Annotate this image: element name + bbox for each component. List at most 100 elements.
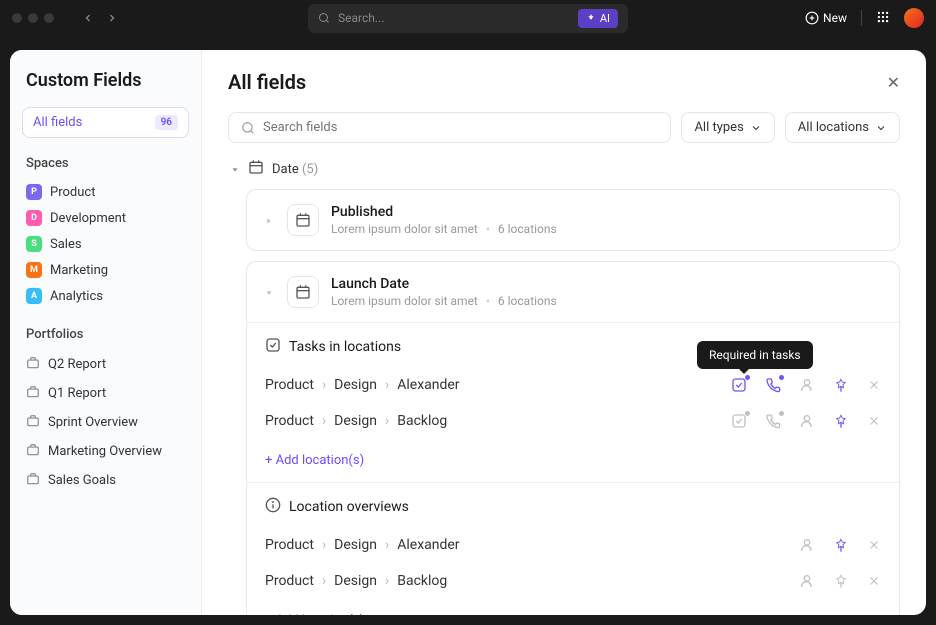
close-icon[interactable]: ✕ <box>887 73 900 92</box>
user-avatar[interactable] <box>904 8 924 28</box>
briefcase-icon <box>26 384 40 403</box>
portfolio-name: Q2 Report <box>48 357 106 372</box>
field-locations-count: 6 locations <box>498 222 557 236</box>
filter-locations-dropdown[interactable]: All locations <box>785 112 900 143</box>
search-icon <box>241 121 255 135</box>
space-name: Analytics <box>50 289 103 304</box>
space-name: Sales <box>50 237 82 252</box>
location-row: Product › Design › Backlog <box>265 563 881 599</box>
phone-icon[interactable] <box>765 413 781 429</box>
breadcrumb[interactable]: Product › Design › Alexander <box>265 377 460 393</box>
nav-arrows <box>82 9 118 28</box>
portfolio-name: Marketing Overview <box>48 444 162 459</box>
sidebar-space-item[interactable]: D Development <box>22 205 189 231</box>
traffic-lights <box>12 13 54 23</box>
field-description: Lorem ipsum dolor sit amet <box>331 294 478 308</box>
section-label: Tasks in locations <box>289 339 401 355</box>
collapse-icon[interactable] <box>263 283 275 302</box>
nav-back-icon[interactable] <box>82 9 94 28</box>
sidebar-portfolio-item[interactable]: Q2 Report <box>22 350 189 379</box>
traffic-light-minimize[interactable] <box>28 13 38 23</box>
person-icon[interactable] <box>799 413 815 429</box>
sidebar-space-item[interactable]: MMarketing <box>22 257 189 283</box>
search-fields-input[interactable] <box>228 112 671 143</box>
sidebar: Custom Fields All fields 96 Spaces PProd… <box>10 50 202 615</box>
expand-icon[interactable] <box>263 211 275 230</box>
location-overviews-section: Location overviews Product › Design › Al… <box>247 482 899 615</box>
add-location-button[interactable]: + Add location(s) <box>265 613 364 615</box>
sidebar-space-item[interactable]: S Sales <box>22 231 189 257</box>
field-type-icon <box>287 276 319 308</box>
chevron-down-icon <box>750 122 762 134</box>
remove-icon[interactable] <box>867 538 881 552</box>
space-avatar: P <box>26 184 42 200</box>
nav-forward-icon[interactable] <box>106 9 118 28</box>
pin-icon[interactable] <box>833 537 849 553</box>
field-locations-count: 6 locations <box>498 294 557 308</box>
field-name: Published <box>331 204 557 220</box>
global-search[interactable]: Search... AI <box>308 4 628 33</box>
space-name: Product <box>50 185 95 200</box>
group-collapse-icon[interactable] <box>230 160 240 179</box>
field-header[interactable]: Launch Date Lorem ipsum dolor sit amet •… <box>247 262 899 322</box>
briefcase-icon <box>26 355 40 374</box>
space-avatar: S <box>26 236 42 252</box>
topbar-right: New <box>805 8 924 28</box>
required-toggle-icon[interactable]: Required in tasks <box>731 377 747 393</box>
space-name: Development <box>50 211 126 226</box>
breadcrumb[interactable]: Product › Design › Backlog <box>265 413 447 429</box>
traffic-light-close[interactable] <box>12 13 22 23</box>
phone-icon[interactable] <box>765 377 781 393</box>
tooltip: Required in tasks <box>697 341 813 369</box>
all-fields-nav[interactable]: All fields 96 <box>22 107 189 138</box>
briefcase-icon <box>26 471 40 490</box>
search-icon <box>318 9 330 28</box>
pin-icon[interactable] <box>833 573 849 589</box>
breadcrumb[interactable]: Product › Design › Backlog <box>265 573 447 589</box>
sidebar-portfolio-item[interactable]: Marketing Overview <box>22 437 189 466</box>
sidebar-space-item[interactable]: P Product <box>22 179 189 205</box>
divider <box>861 10 862 26</box>
filter-types-dropdown[interactable]: All types <box>681 112 774 143</box>
pin-icon[interactable] <box>833 377 849 393</box>
breadcrumb[interactable]: Product › Design › Alexander <box>265 537 460 553</box>
field-type-icon <box>287 204 319 236</box>
field-group-header: Date (5) <box>228 159 900 179</box>
portfolios-heading: Portfolios <box>26 327 189 342</box>
remove-icon[interactable] <box>867 414 881 428</box>
briefcase-icon <box>26 413 40 432</box>
portfolio-name: Sprint Overview <box>48 415 138 430</box>
ai-badge[interactable]: AI <box>578 9 618 28</box>
search-fields-text[interactable] <box>263 120 658 135</box>
person-icon[interactable] <box>799 377 815 393</box>
portfolio-name: Q1 Report <box>48 386 106 401</box>
sidebar-portfolio-item[interactable]: Q1 Report <box>22 379 189 408</box>
space-avatar: D <box>26 210 42 226</box>
person-icon[interactable] <box>799 537 815 553</box>
field-header[interactable]: Published Lorem ipsum dolor sit amet • 6… <box>247 190 899 250</box>
required-toggle-icon[interactable] <box>731 413 747 429</box>
remove-icon[interactable] <box>867 378 881 392</box>
add-location-button[interactable]: + Add location(s) <box>265 453 364 468</box>
search-placeholder: Search... <box>338 11 570 25</box>
pin-icon[interactable] <box>833 413 849 429</box>
new-button[interactable]: New <box>805 11 847 25</box>
field-description: Lorem ipsum dolor sit amet <box>331 222 478 236</box>
field-name: Launch Date <box>331 276 557 292</box>
sidebar-portfolio-item[interactable]: Sales Goals <box>22 466 189 495</box>
tasks-in-locations-section: Tasks in locations Product › Design › Al… <box>247 322 899 482</box>
briefcase-icon <box>26 442 40 461</box>
spaces-heading: Spaces <box>26 156 189 171</box>
remove-icon[interactable] <box>867 574 881 588</box>
apps-grid-icon[interactable] <box>876 9 890 28</box>
page-title: All fields <box>228 70 306 94</box>
all-fields-count: 96 <box>155 115 178 130</box>
main-panel: Custom Fields All fields 96 Spaces PProd… <box>10 50 926 615</box>
location-row: Product › Design › Backlog <box>265 403 881 439</box>
person-icon[interactable] <box>799 573 815 589</box>
field-card: Launch Date Lorem ipsum dolor sit amet •… <box>246 261 900 615</box>
sidebar-space-item[interactable]: AAnalytics <box>22 283 189 309</box>
traffic-light-maximize[interactable] <box>44 13 54 23</box>
sidebar-portfolio-item[interactable]: Sprint Overview <box>22 408 189 437</box>
location-row: Product › Design › Alexander Required in… <box>265 367 881 403</box>
